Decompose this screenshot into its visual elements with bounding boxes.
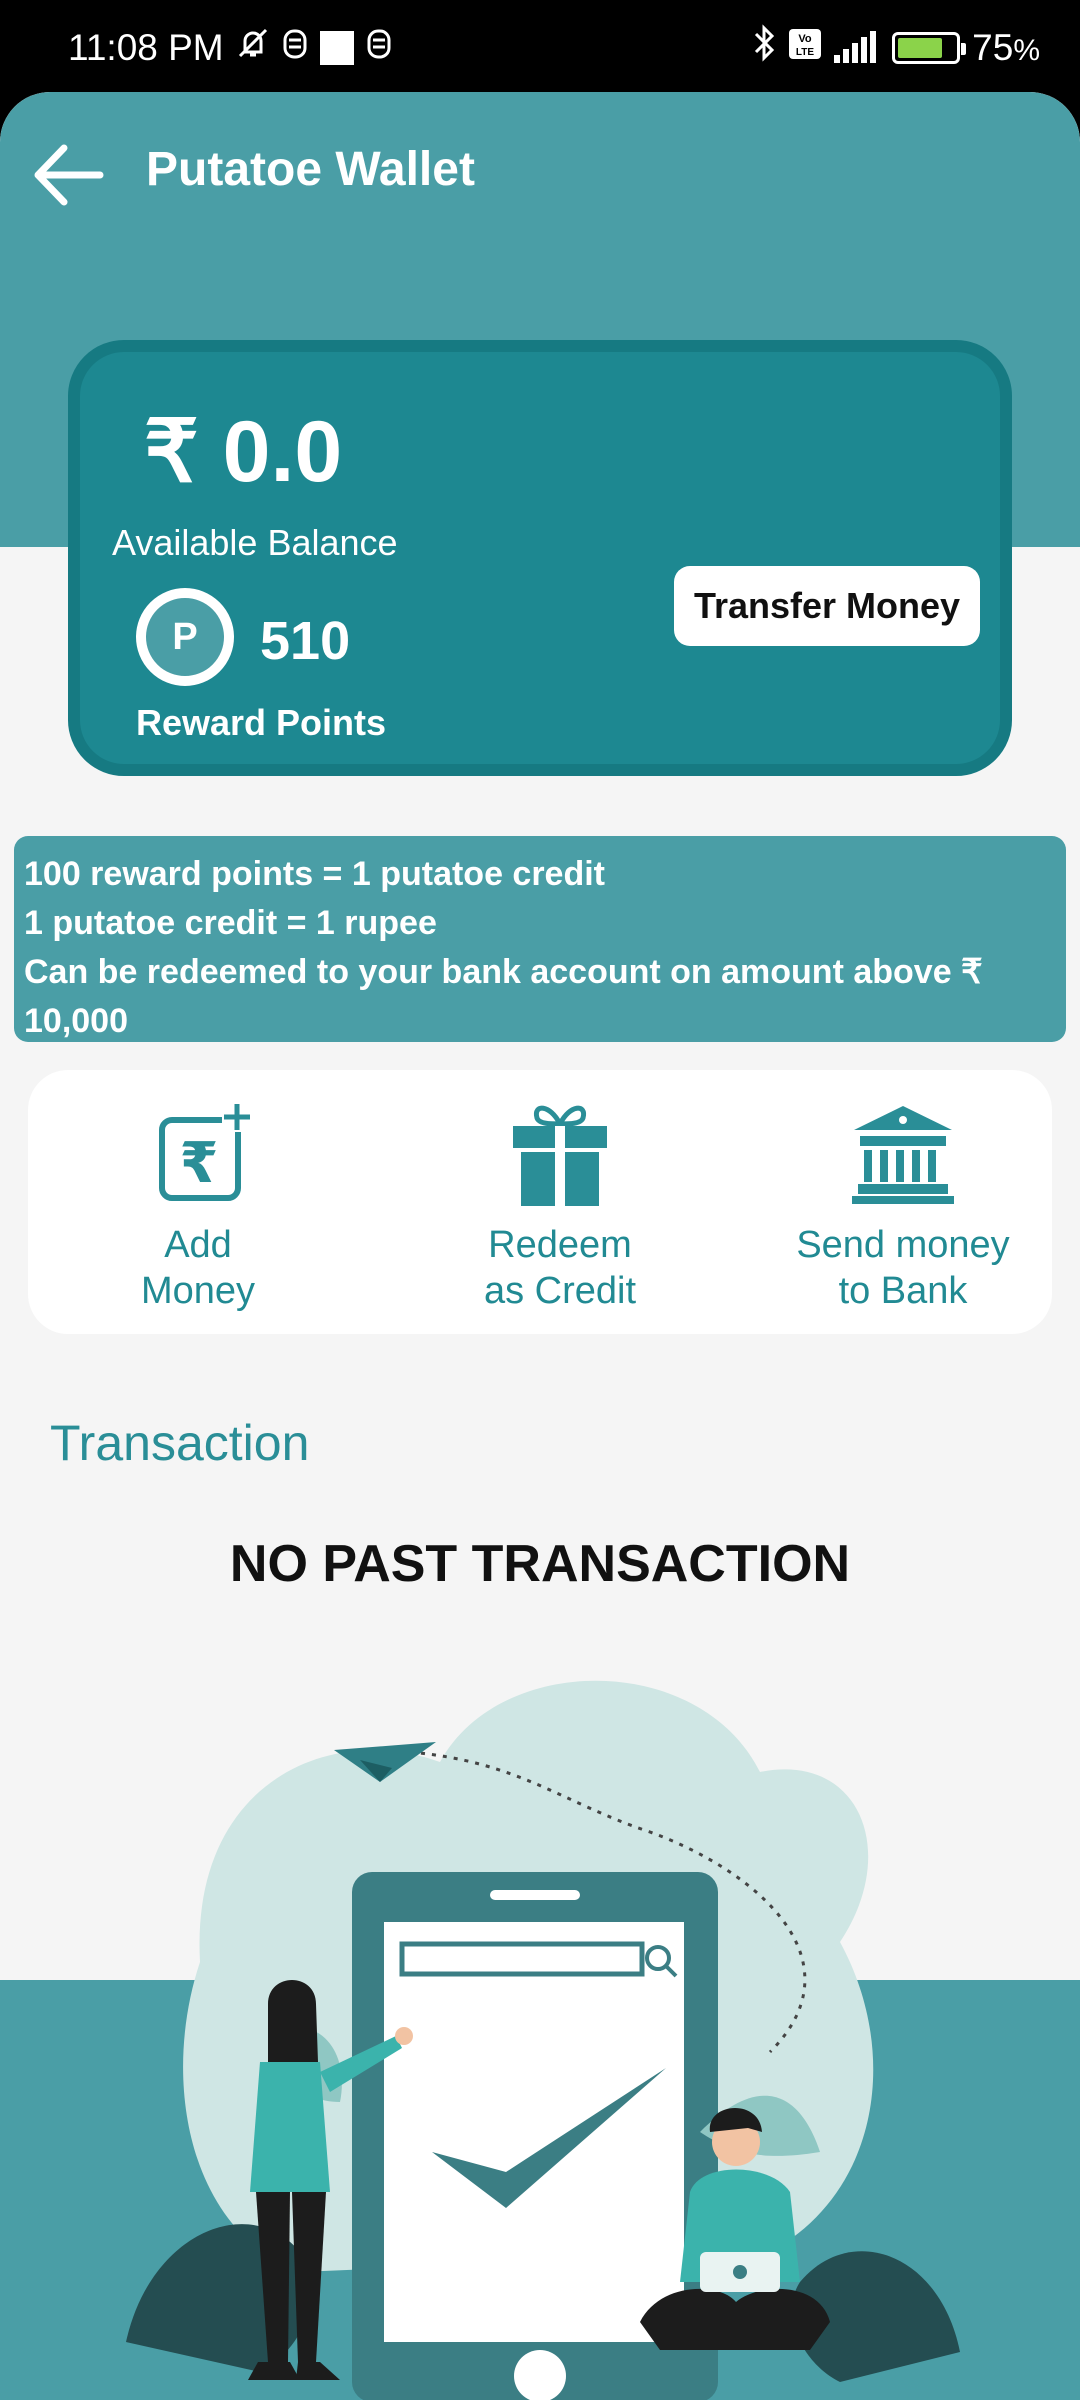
status-right: Vo LTE 75% (752, 24, 1040, 71)
reward-points-value: 510 (260, 611, 351, 671)
add-money-label: Add Money (140, 1224, 256, 1312)
balance-amount: ₹ 0.0 (144, 404, 343, 500)
app-notification-icon-2 (366, 27, 392, 69)
wallet-screen: Putatoe Wallet ₹ 0.0 Available Balance P… (0, 92, 1080, 2400)
bank-icon (852, 1106, 954, 1204)
page-title: Putatoe Wallet (146, 143, 475, 196)
info-line: Can be redeemed to your bank account on … (24, 953, 983, 1040)
back-button[interactable] (28, 130, 108, 220)
svg-text:LTE: LTE (796, 47, 814, 58)
volte-icon: Vo LTE (788, 27, 822, 69)
redeem-credit-button[interactable]: Redeem as Credit (440, 1070, 680, 1334)
reward-info-box: 100 reward points = 1 putatoe credit 1 p… (14, 836, 1066, 1042)
reward-points-label: Reward Points (136, 702, 387, 743)
wallet-actions: ₹ Add Money Redeem as Credit Send money … (28, 1070, 1052, 1334)
app-notification-icon (282, 27, 308, 69)
arrow-left-icon (34, 144, 104, 206)
battery-percent: 75% (972, 26, 1040, 68)
gift-icon (513, 1105, 607, 1206)
wallet-card: ₹ 0.0 Available Balance P 510 Reward Poi… (68, 340, 1012, 776)
svg-text:Vo: Vo (799, 33, 813, 45)
status-time: 11:08 PM (68, 26, 224, 68)
signal-strength-icon (834, 30, 877, 63)
square-notification-icon (319, 30, 354, 65)
transfer-money-button[interactable]: Transfer Money (674, 566, 980, 646)
info-line: 1 putatoe credit = 1 rupee (24, 904, 437, 942)
send-to-bank-label: Send money to Bank (796, 1224, 1010, 1312)
reward-points-icon: P (136, 588, 234, 686)
points-icon-letter: P (172, 615, 198, 658)
empty-state-illustration (0, 1680, 1080, 2400)
bell-off-icon (236, 26, 270, 69)
svg-text:₹: ₹ (180, 1131, 219, 1196)
add-money-button[interactable]: ₹ Add Money (78, 1070, 318, 1334)
info-line: 100 reward points = 1 putatoe credit (24, 855, 606, 893)
send-to-bank-button[interactable]: Send money to Bank (768, 1070, 1038, 1334)
status-bar: 11:08 PM Vo LTE 75% (0, 0, 1080, 95)
status-left: 11:08 PM (68, 26, 392, 69)
transaction-heading: Transaction (50, 1415, 310, 1471)
battery-icon (892, 31, 967, 64)
redeem-credit-label: Redeem as Credit (483, 1224, 637, 1312)
rupee-add-icon: ₹ (159, 1102, 252, 1201)
balance-label: Available Balance (112, 522, 398, 563)
empty-transactions-message: NO PAST TRANSACTION (229, 1535, 851, 1593)
bluetooth-icon (752, 24, 776, 71)
